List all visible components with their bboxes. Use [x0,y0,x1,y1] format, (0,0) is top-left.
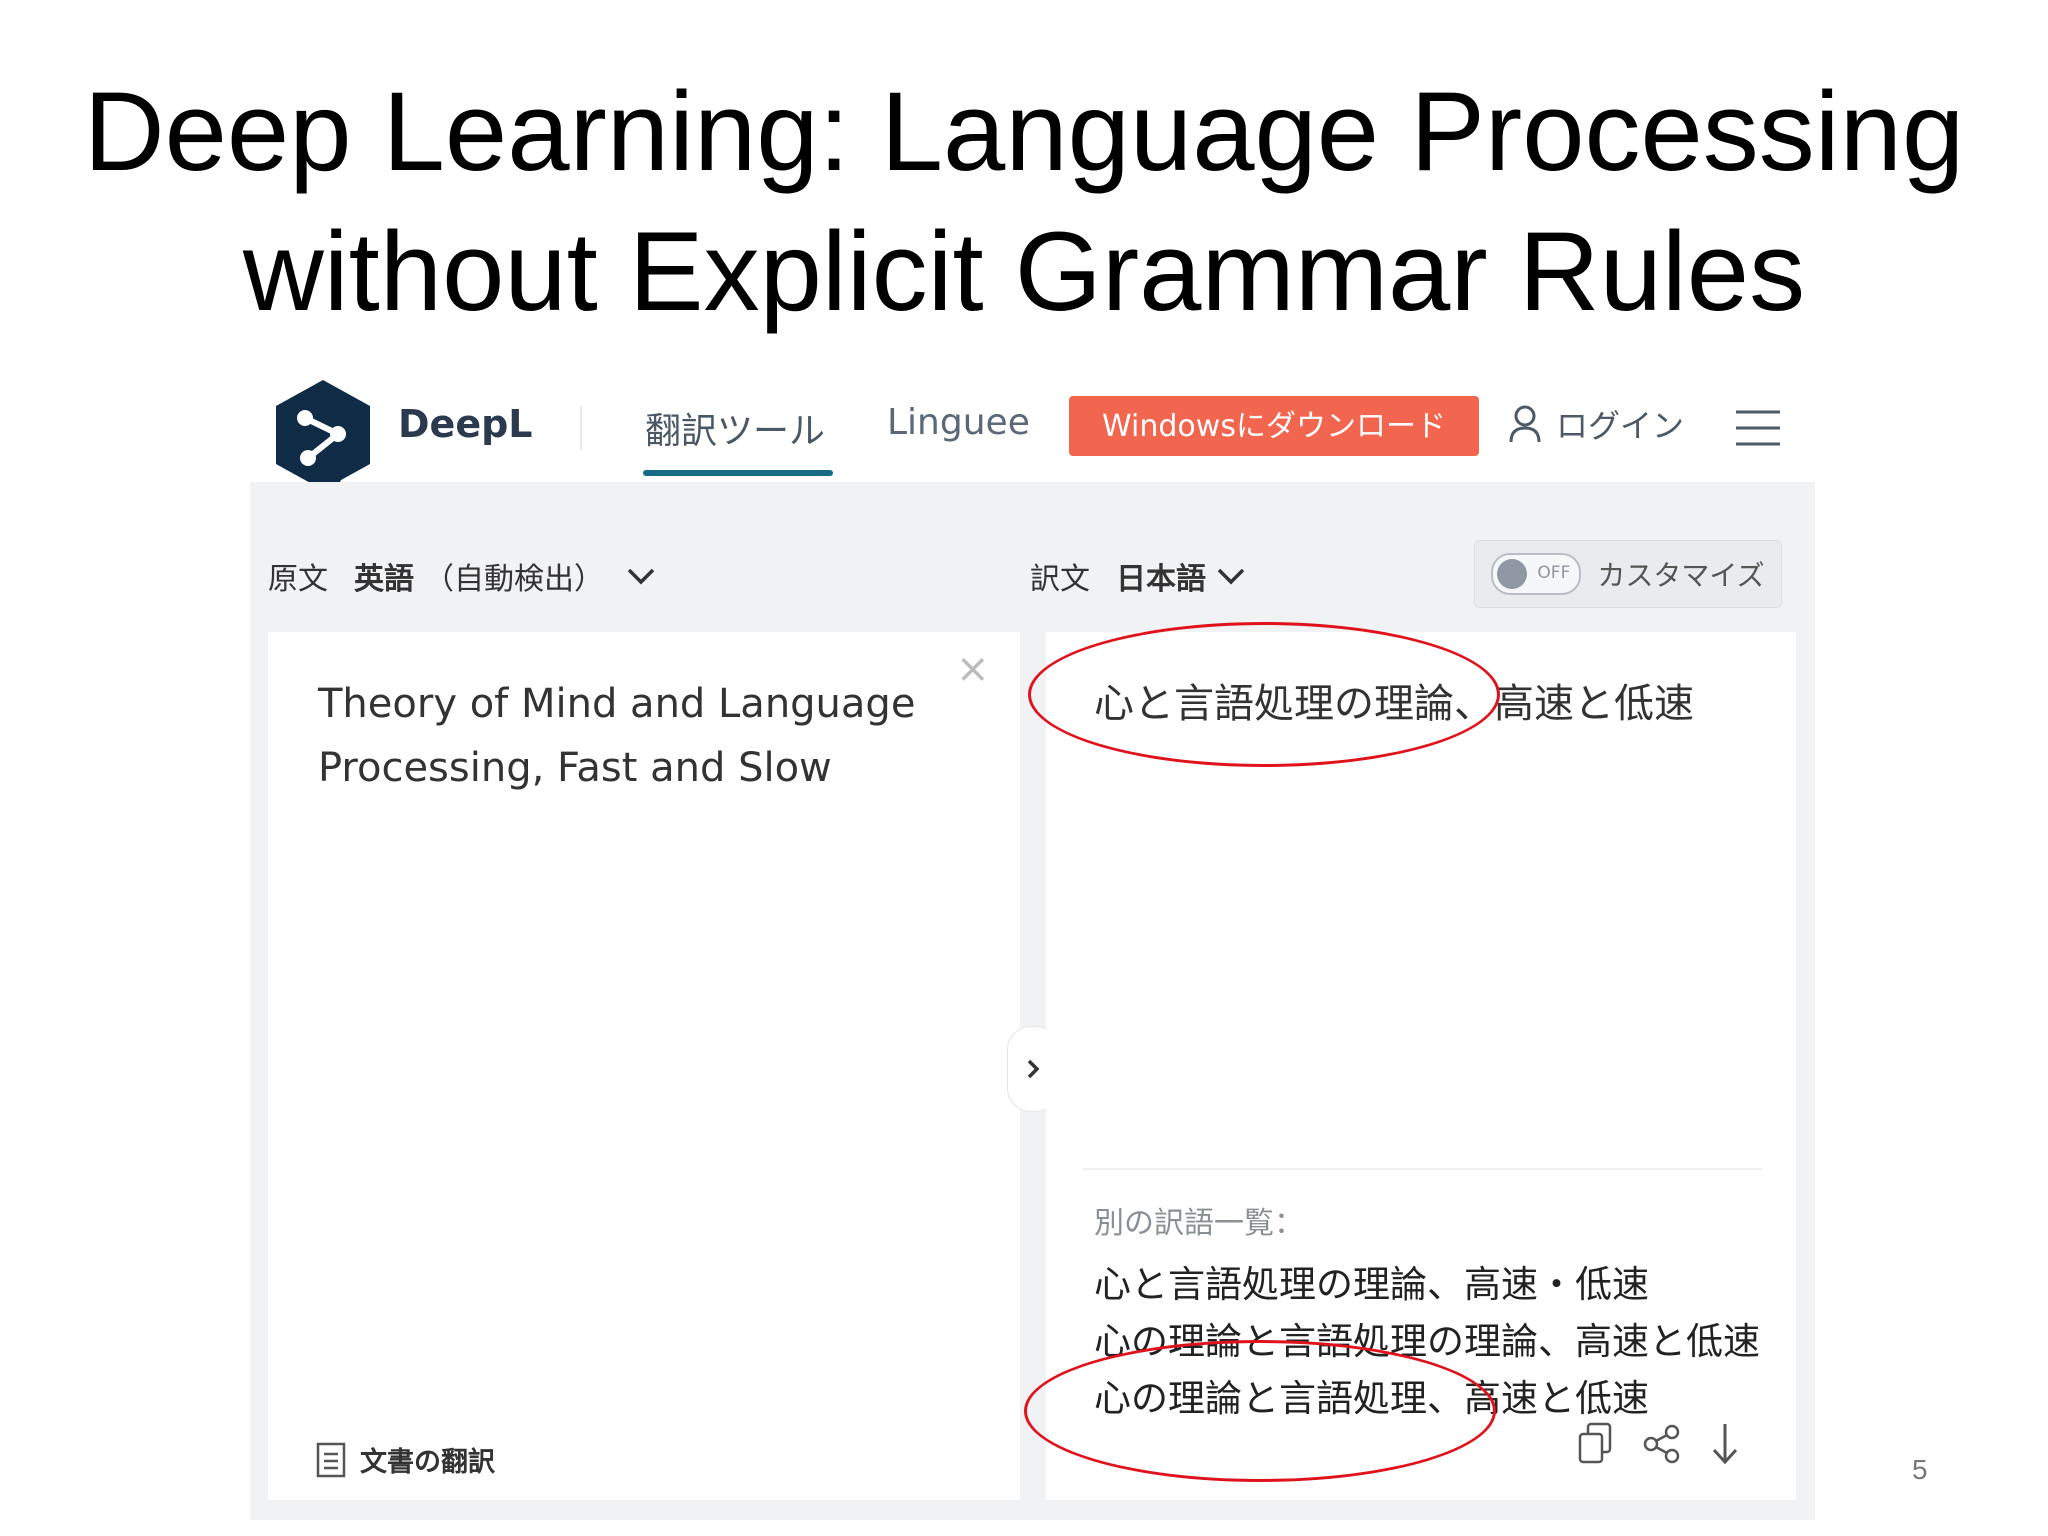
top-navigation-bar: DeepL 翻訳ツール Linguee Windowsにダウンロード ログイン [250,372,1815,502]
alternatives-label: 別の訳語一覧： [1094,1206,1304,1241]
login-label: ログイン [1556,407,1685,445]
nav-divider [580,406,582,450]
translate-document-label: 文書の翻訳 [360,1447,495,1478]
slide-title-line-1: Deep Learning: Language Processing [83,69,1965,194]
translation-output[interactable]: 心と言語処理の理論、高速と低速 [1094,672,1694,736]
source-detect-mode: （自動検出） [424,562,604,597]
brand-name[interactable]: DeepL [398,402,533,446]
source-language-selector[interactable]: 原文 英語 （自動検出） [268,554,656,598]
source-text-panel[interactable]: Theory of Mind and Language Processing, … [268,632,1020,1500]
output-actions [1576,1422,1740,1466]
chevron-right-icon [1027,1059,1040,1079]
customize-toggle-group[interactable]: OFF カスタマイズ [1474,540,1782,608]
customize-label: カスタマイズ [1597,559,1765,592]
tab-linguee[interactable]: Linguee [887,402,1030,443]
customize-toggle[interactable]: OFF [1491,553,1582,595]
login-button[interactable]: ログイン [1508,396,1684,452]
translator-workspace: 原文 英語 （自動検出） 訳文 日本語 OFF カスタマイズ Theory of… [250,482,1815,1520]
target-label: 訳文 [1030,562,1090,597]
chevron-down-icon [627,568,655,585]
translate-document-button[interactable]: 文書の翻訳 [316,1440,495,1479]
document-icon [316,1442,346,1477]
alternative-item[interactable]: 心と言語処理の理論、高速・低速 [1094,1256,1760,1313]
active-tab-indicator [643,470,833,476]
copy-icon[interactable] [1576,1422,1614,1466]
share-icon[interactable] [1642,1424,1682,1464]
source-label: 原文 [268,562,328,597]
target-text-panel: 心と言語処理の理論、高速と低速 別の訳語一覧： 心と言語処理の理論、高速・低速 … [1046,632,1796,1500]
deepl-screenshot: DeepL 翻訳ツール Linguee Windowsにダウンロード ログイン … [250,372,1815,1520]
alternatives-list: 心と言語処理の理論、高速・低速 心の理論と言語処理の理論、高速と低速 心の理論と… [1094,1256,1760,1427]
source-text-line-1: Theory of Mind and Language [318,681,916,727]
slide-title: Deep Learning: Language Processing witho… [0,62,2048,342]
toggle-knob [1497,559,1528,589]
source-text-input[interactable]: Theory of Mind and Language Processing, … [318,672,958,800]
alternative-item[interactable]: 心の理論と言語処理、高速と低速 [1094,1370,1760,1427]
alternatives-divider [1082,1168,1762,1170]
tab-translator[interactable]: 翻訳ツール [645,402,825,454]
hamburger-menu-icon[interactable] [1734,406,1782,450]
source-language: 英語 [354,562,414,597]
slide-title-line-2: without Explicit Grammar Rules [242,209,1806,334]
toggle-state-label: OFF [1537,563,1571,583]
target-language: 日本語 [1116,562,1206,597]
target-language-selector[interactable]: 訳文 日本語 [1030,554,1246,598]
user-icon [1509,405,1541,443]
chevron-down-icon [1217,568,1245,585]
clear-text-icon[interactable]: × [956,646,990,692]
slide-page-number: 5 [1912,1454,1928,1485]
source-text-line-2: Processing, Fast and Slow [318,745,832,791]
download-arrow-icon[interactable] [1710,1422,1740,1466]
alternative-item[interactable]: 心の理論と言語処理の理論、高速と低速 [1094,1313,1760,1370]
download-windows-button[interactable]: Windowsにダウンロード [1069,396,1479,456]
